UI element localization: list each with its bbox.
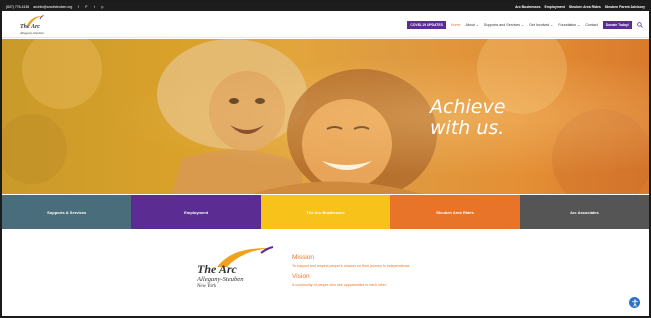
main-nav: COVID-19 UPDATES Home About ⌄ Supports a… xyxy=(407,21,643,29)
nav-item-home[interactable]: Home xyxy=(451,23,461,27)
logo-name: The Arc xyxy=(20,24,40,30)
logo-subtitle: Allegany-Steuben xyxy=(20,31,44,35)
hero-overlay xyxy=(2,39,649,194)
accessibility-button[interactable] xyxy=(629,297,640,308)
tile-supports-services[interactable]: Supports & Services xyxy=(2,195,132,229)
mission-title: Mission xyxy=(292,254,315,261)
arc-logo-large: The Arc Allegany-Steuben New York xyxy=(197,246,277,298)
top-link-area-rides[interactable]: Steuben Area Rides xyxy=(569,5,601,9)
chevron-down-icon: ⌄ xyxy=(475,23,479,27)
about-section: The Arc Allegany-Steuben New York Missio… xyxy=(2,229,649,316)
logo-location: New York xyxy=(197,284,217,289)
tile-arc-businesses[interactable]: The Arc Businesses xyxy=(260,195,391,229)
top-bar: (607) 776-4136 arcinfo@arcofsteuben.org … xyxy=(2,2,649,11)
mission-text: To support and respect people's choices … xyxy=(292,264,411,268)
logo-name: The Arc xyxy=(197,262,237,276)
mission-vision: Mission To support and respect people's … xyxy=(292,254,410,292)
accessibility-icon xyxy=(631,298,638,307)
search-icon[interactable] xyxy=(637,22,643,28)
logo-subtitle: Allegany-Steuben xyxy=(197,276,244,283)
vision-text: A community of people who see opportunit… xyxy=(292,283,387,287)
nav-item-about[interactable]: About ⌄ xyxy=(466,23,479,27)
nav-item-contact[interactable]: Contact xyxy=(585,23,597,27)
chevron-down-icon: ⌄ xyxy=(521,23,525,27)
vision-title: Vision xyxy=(292,273,310,280)
hero-banner: Achieve with us. xyxy=(2,39,649,194)
pinterest-icon[interactable]: P xyxy=(84,5,88,9)
phone-link[interactable]: (607) 776-4136 xyxy=(6,5,29,9)
chevron-down-icon: ⌄ xyxy=(577,23,581,27)
feature-tiles: Supports & Services Employment The Arc B… xyxy=(2,195,650,229)
email-link[interactable]: arcinfo@arcofsteuben.org xyxy=(33,5,72,9)
site-header: The Arc Allegany-Steuben COVID-19 UPDATE… xyxy=(2,11,649,38)
site-logo[interactable]: The Arc Allegany-Steuben xyxy=(20,15,50,35)
hero-tagline: Achieve with us. xyxy=(430,96,506,139)
tile-steuben-area-rides[interactable]: Steuben Area Rides xyxy=(390,195,520,229)
top-link-parent-advisory[interactable]: Steuben Parent Advisory xyxy=(605,5,645,9)
tile-arc-associates[interactable]: Arc Associates xyxy=(519,195,650,229)
covid-updates-button[interactable]: COVID-19 UPDATES xyxy=(407,21,446,29)
top-link-employment[interactable]: Employment xyxy=(545,5,565,9)
twitter-icon[interactable]: t xyxy=(92,5,96,9)
facebook-icon[interactable]: f xyxy=(76,5,80,9)
donate-button[interactable]: Donate Today! xyxy=(602,21,632,29)
chevron-down-icon: ⌄ xyxy=(550,23,554,27)
nav-item-supports[interactable]: Supports and Services ⌄ xyxy=(484,23,524,27)
nav-item-foundation[interactable]: Foundation ⌄ xyxy=(558,23,580,27)
tile-employment[interactable]: Employment xyxy=(131,195,261,229)
top-link-arc-businesses[interactable]: Arc Businesses xyxy=(515,5,540,9)
nav-item-get-involved[interactable]: Get Involved ⌄ xyxy=(529,23,553,27)
instagram-icon[interactable]: ◎ xyxy=(100,5,104,9)
